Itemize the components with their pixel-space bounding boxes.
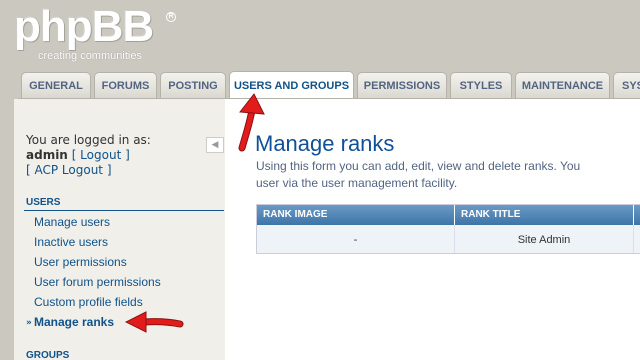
active-bullet-icon: » [26, 318, 32, 328]
table-row: - Site Admin [257, 225, 640, 253]
login-info: You are logged in as: admin [ Logout ] [… [26, 133, 151, 178]
sidebar-item-custom-profile-fields[interactable]: Custom profile fields [34, 295, 143, 309]
menu-heading-groups: GROUPS [26, 350, 70, 360]
username: admin [26, 148, 68, 162]
tab-general[interactable]: GENERAL [21, 72, 91, 99]
logout-link[interactable]: [ Logout ] [72, 148, 130, 162]
tab-permissions[interactable]: PERMISSIONS [357, 72, 447, 99]
collapse-sidebar-button[interactable]: ◀ [206, 137, 224, 153]
page-title: Manage ranks [255, 131, 395, 156]
ranks-table: RANK IMAGE RANK TITLE M - Site Admin [256, 204, 640, 254]
column-header-rank-image: RANK IMAGE [257, 205, 455, 225]
tab-system[interactable]: SYS [613, 72, 640, 99]
table-header-row: RANK IMAGE RANK TITLE M [257, 205, 640, 225]
acp-logout-link[interactable]: [ ACP Logout ] [26, 163, 112, 177]
description-line-2: user via the user management facility. [256, 176, 458, 190]
cell-actions [634, 225, 640, 253]
sidebar-item-inactive-users[interactable]: Inactive users [34, 235, 108, 249]
cell-rank-title: Site Admin [455, 225, 634, 253]
registered-mark: R [166, 12, 176, 22]
description-line-1: Using this form you can add, edit, view … [256, 159, 581, 173]
sidebar-item-user-permissions[interactable]: User permissions [34, 255, 127, 269]
tab-posting[interactable]: POSTING [160, 72, 226, 99]
tab-forums[interactable]: FORUMS [94, 72, 157, 99]
phpbb-logo: phpBB R creating communities [14, 2, 176, 66]
cell-rank-image: - [257, 225, 455, 253]
menu-heading-users: USERS [26, 197, 61, 208]
tab-maintenance[interactable]: MAINTENANCE [515, 72, 610, 99]
menu-divider [24, 210, 224, 211]
page-description: Using this form you can add, edit, view … [256, 158, 640, 192]
column-header-rank-title: RANK TITLE [455, 205, 634, 225]
left-triangle-icon: ◀ [211, 140, 219, 150]
column-header-m: M [634, 205, 640, 225]
annotation-arrow-tab [238, 93, 265, 152]
logo-text: phpBB [14, 2, 154, 51]
logo-tagline: creating communities [38, 50, 142, 62]
tab-styles[interactable]: STYLES [450, 72, 512, 99]
sidebar-item-manage-users[interactable]: Manage users [34, 215, 110, 229]
sidebar-item-manage-ranks[interactable]: Manage ranks [34, 315, 114, 329]
annotation-arrow-sidebar [124, 311, 184, 333]
sidebar-item-user-forum-permissions[interactable]: User forum permissions [34, 275, 161, 289]
logged-in-label: You are logged in as: [26, 133, 151, 147]
